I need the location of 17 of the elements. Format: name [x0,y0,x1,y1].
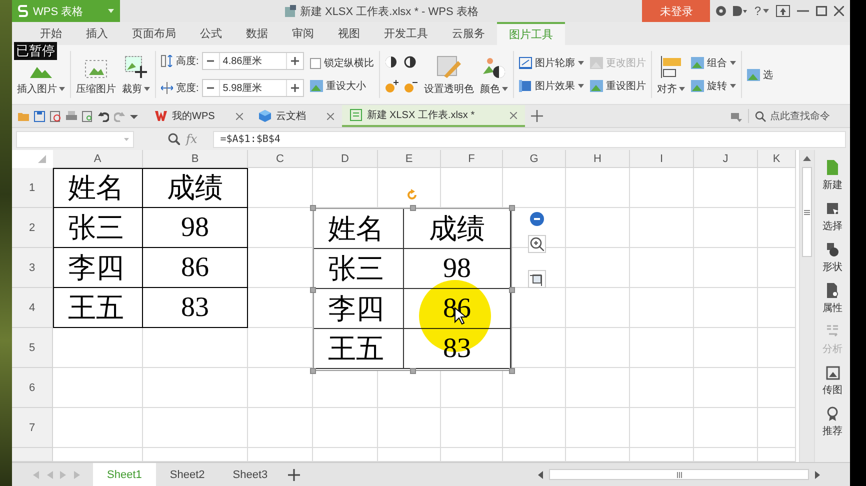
field-label: 高度: [176,54,199,68]
table-cell: 李四 [314,289,404,329]
table-cell: 王五 [53,288,143,328]
table-cell: 83 [143,288,248,328]
table-cell: 姓名 [53,168,143,208]
table-cell: 姓名 [314,209,404,249]
table-cell: 成绩 [143,168,248,208]
table-cell: 张三 [53,208,143,248]
table-cell: 98 [143,208,248,248]
pause-label: 已暂停 [16,43,55,58]
table-cell: 张三 [314,249,404,289]
table-cell: 王五 [314,329,404,369]
checkbox-label: 锁定纵横比 [324,56,374,70]
table-cell: 86 [143,248,248,288]
window-title: 新建 XLSX 工作表.xlsx * - WPS 表格 [300,4,478,18]
field-label: 宽度: [176,82,199,95]
table-cell: 李四 [53,248,143,288]
